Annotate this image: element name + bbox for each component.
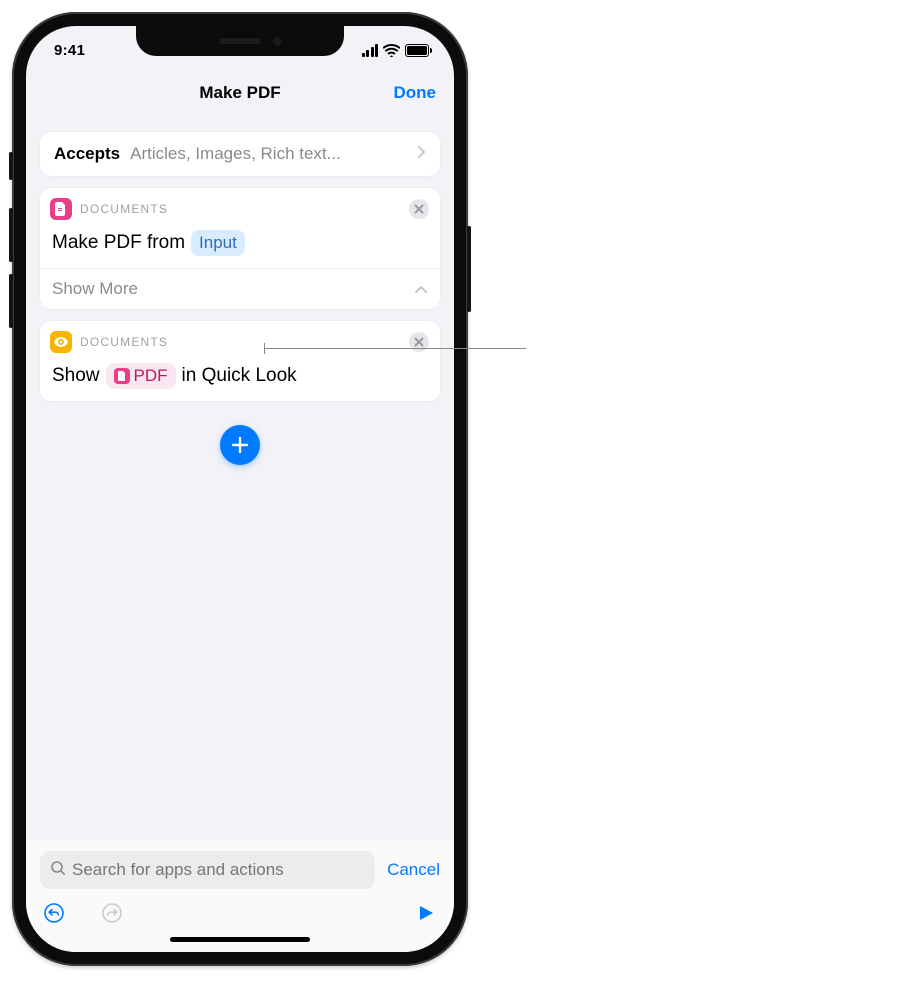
run-button[interactable]: [414, 901, 438, 925]
pdf-mini-icon: [114, 368, 130, 384]
accepts-row[interactable]: Accepts Articles, Images, Rich text...: [40, 132, 440, 176]
undo-button[interactable]: [42, 901, 66, 925]
action-category: DOCUMENTS: [80, 202, 168, 216]
done-button[interactable]: Done: [394, 83, 437, 103]
chevron-up-icon: [414, 279, 428, 299]
accepts-label: Accepts: [54, 144, 120, 164]
home-indicator: [170, 937, 310, 942]
delete-action-button[interactable]: [408, 198, 430, 220]
action-category: DOCUMENTS: [80, 335, 168, 349]
quicklook-icon: [50, 331, 72, 353]
action-text: Make PDF from: [52, 232, 185, 254]
action-text-suffix: in Quick Look: [182, 365, 297, 387]
add-action-button[interactable]: [220, 425, 260, 465]
action-text: Show: [52, 365, 100, 387]
page-title: Make PDF: [199, 83, 280, 103]
search-icon: [50, 860, 66, 881]
bottom-bar: Cancel: [26, 840, 454, 952]
mute-switch: [9, 152, 13, 180]
search-input[interactable]: [72, 860, 365, 880]
callout-line: [264, 348, 526, 349]
pdf-token[interactable]: PDF: [106, 363, 176, 389]
notch: [136, 26, 344, 56]
delete-action-button[interactable]: [408, 331, 430, 353]
device-frame: 9:41 Make PDF Done Accepts: [12, 12, 468, 966]
status-time: 9:41: [54, 38, 85, 59]
volume-up-button: [9, 208, 13, 262]
accepts-value: Articles, Images, Rich text...: [130, 144, 407, 164]
screen: 9:41 Make PDF Done Accepts: [26, 26, 454, 952]
input-token[interactable]: Input: [191, 230, 245, 256]
documents-icon: [50, 198, 72, 220]
search-field[interactable]: [40, 851, 375, 889]
status-indicators: [362, 40, 433, 57]
volume-down-button: [9, 274, 13, 328]
cellular-icon: [362, 44, 379, 57]
action-quick-look[interactable]: DOCUMENTS Show PDF in Quick Look: [40, 321, 440, 401]
cancel-button[interactable]: Cancel: [387, 860, 440, 880]
chevron-right-icon: [417, 145, 426, 164]
navigation-bar: Make PDF Done: [26, 70, 454, 116]
side-button: [467, 226, 471, 312]
action-make-pdf[interactable]: DOCUMENTS Make PDF from Input Show More: [40, 188, 440, 309]
battery-icon: [405, 44, 432, 57]
show-more-button[interactable]: Show More: [40, 268, 440, 309]
wifi-icon: [383, 44, 400, 57]
redo-button: [100, 901, 124, 925]
